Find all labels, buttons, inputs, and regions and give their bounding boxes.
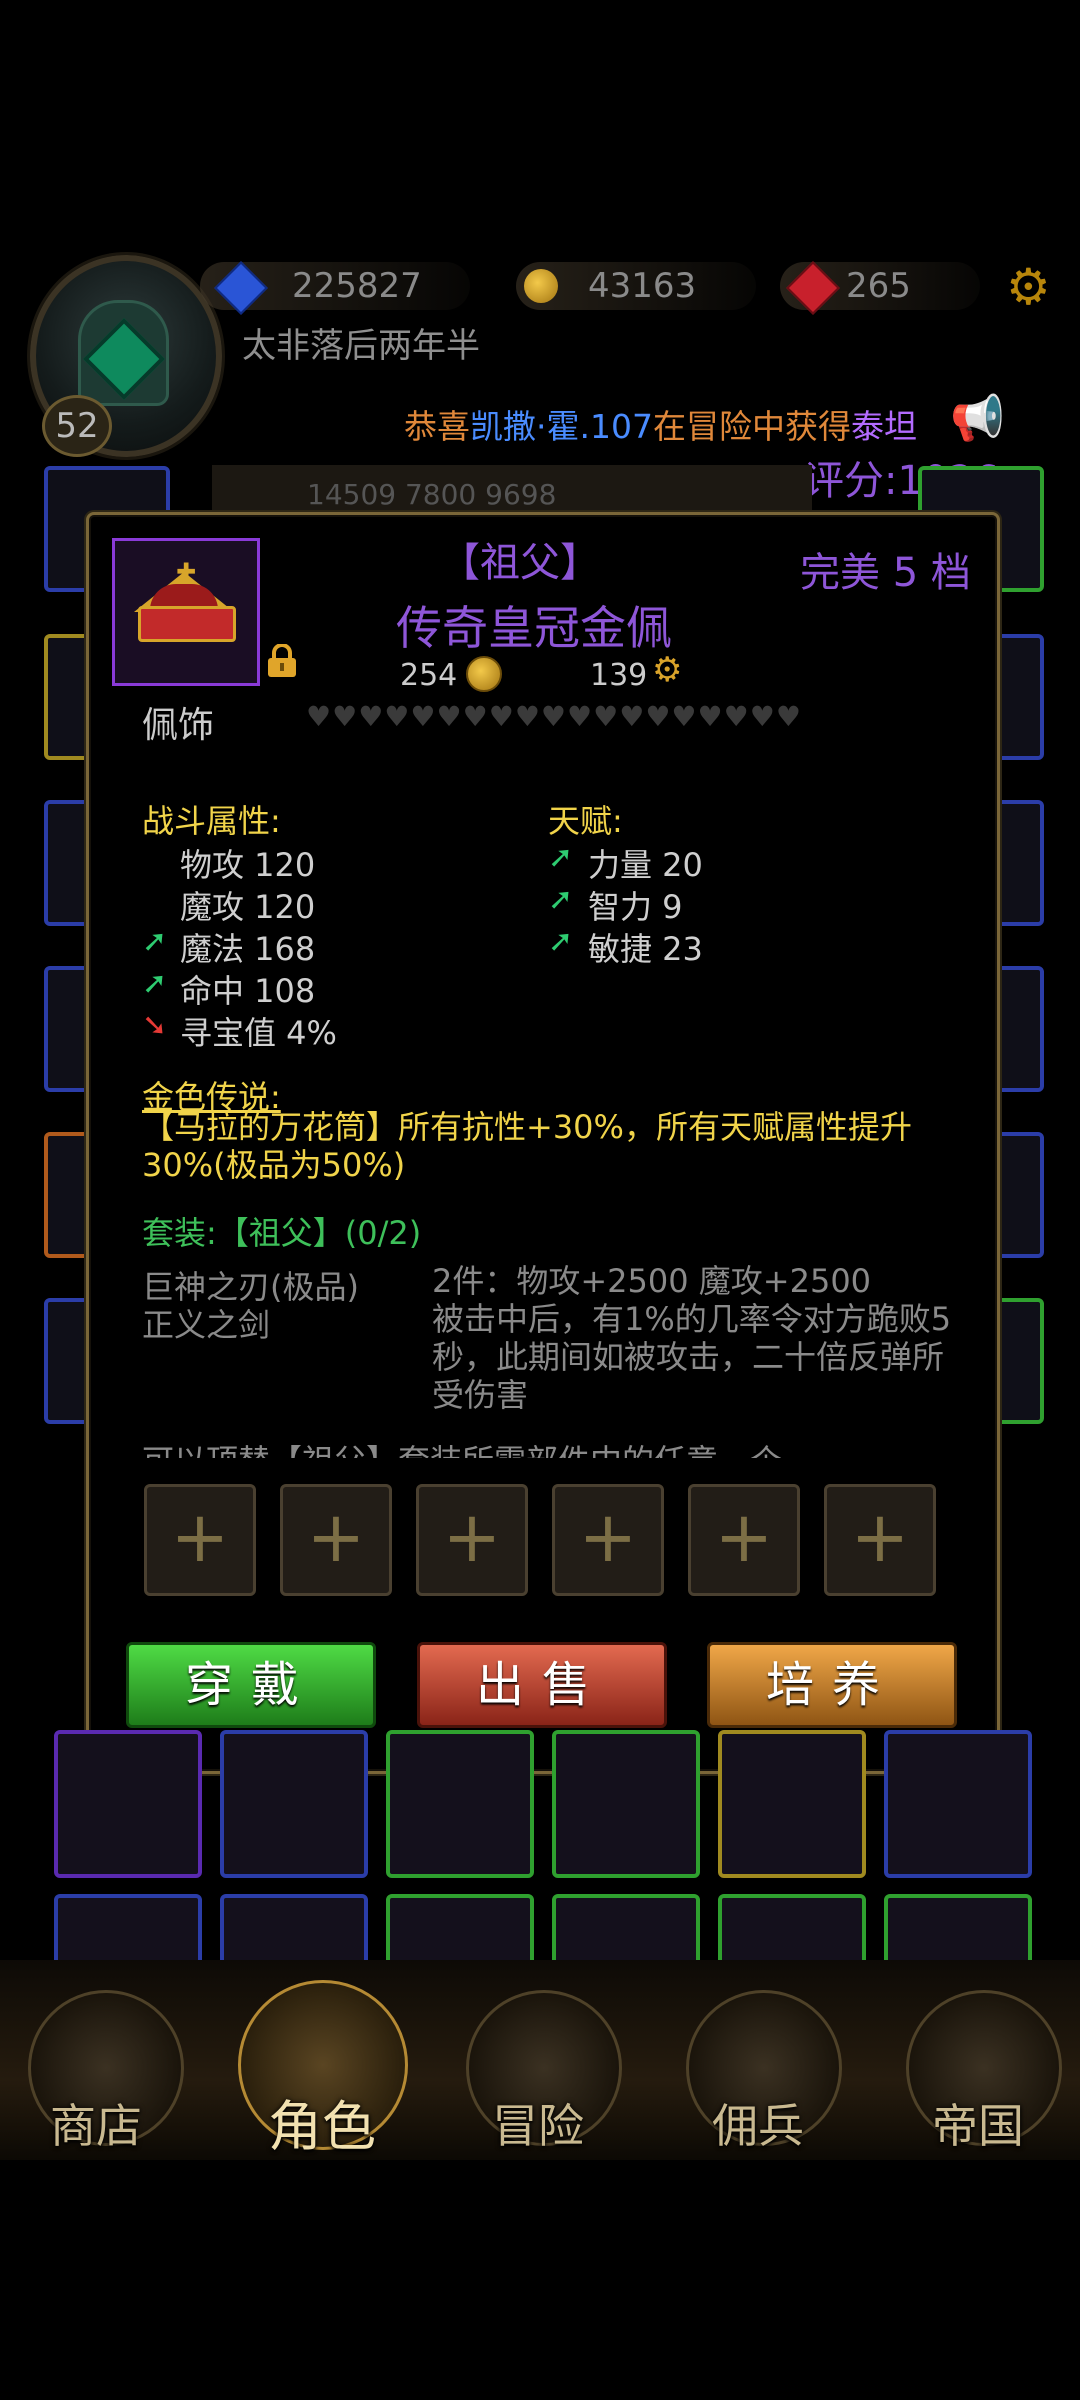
arrow-down-icon: ➘ (142, 1008, 168, 1043)
player-name: 太非落后两年半 (242, 326, 480, 366)
inventory-item[interactable] (220, 1730, 368, 1878)
broadcast-message: 恭喜凯撒·霍.107在冒险中获得泰坦 (404, 407, 917, 446)
price-value: 254 (400, 658, 458, 693)
gems-value: 225827 (292, 266, 422, 306)
nav-label-empire: 帝国 (932, 2099, 1024, 2153)
arrow-up-icon: ➚ (142, 924, 168, 959)
rubies-value: 265 (846, 266, 911, 306)
set-part: 正义之剑 (142, 1306, 271, 1344)
stat-hit: 命中 108 (180, 972, 316, 1010)
socket-add-button[interactable]: + (824, 1484, 936, 1596)
item-name: 传奇皇冠金佩 (396, 601, 672, 655)
gear-value: 139 (590, 658, 648, 693)
wear-button[interactable]: 穿戴 (126, 1642, 376, 1728)
set-info: 套装:【祖父】(0/2) (142, 1214, 422, 1252)
socket-add-button[interactable]: + (280, 1484, 392, 1596)
crown-band (138, 606, 236, 642)
stat-intelligence: 智力 9 (588, 888, 683, 926)
arrow-up-icon: ➚ (548, 924, 574, 959)
grade-label: 完美 5 档 (800, 550, 971, 596)
set-title: 【祖父】 (440, 540, 600, 586)
gear-icon: ⚙ (652, 650, 683, 690)
gems-counter[interactable]: 225827 (200, 261, 470, 315)
stat-strength: 力量 20 (588, 846, 703, 884)
set-hint: 可以顶替【祖父】套装所需部件中的任意一个 (142, 1436, 782, 1458)
socket-add-button[interactable]: + (144, 1484, 256, 1596)
lock-icon[interactable] (264, 644, 300, 678)
item-slot-type: 佩饰 (142, 705, 215, 746)
inventory-item[interactable] (552, 1730, 700, 1878)
gold-coin-icon (524, 269, 558, 303)
megaphone-icon[interactable]: 📢 (950, 392, 1005, 444)
heart-rating: ♥♥♥♥♥♥♥♥♥♥♥♥♥♥♥♥♥♥♥ (306, 700, 802, 733)
combat-heading: 战斗属性: (142, 802, 281, 840)
legend-description: 【马拉的万花筒】所有抗性+30%，所有天赋属性提升30%(极品为50%) (142, 1108, 912, 1184)
socket-add-button[interactable]: + (688, 1484, 800, 1596)
arrow-up-icon: ➚ (548, 840, 574, 875)
socket-add-button[interactable]: + (416, 1484, 528, 1596)
nav-label-shop: 商店 (50, 2099, 142, 2153)
inventory-item[interactable] (884, 1730, 1032, 1878)
sell-button[interactable]: 出售 (417, 1642, 667, 1728)
inventory-item[interactable] (54, 1730, 202, 1878)
gear-icon[interactable]: ⚙ (1006, 262, 1051, 312)
stat-treasure: 寻宝值 4% (180, 1014, 337, 1052)
socket-add-button[interactable]: + (552, 1484, 664, 1596)
train-button[interactable]: 培养 (707, 1642, 957, 1728)
inventory-item[interactable] (386, 1730, 534, 1878)
nav-label-character: 角色 (268, 2095, 376, 2158)
stat-mana: 魔法 168 (180, 930, 316, 968)
blue-gem-icon (214, 261, 268, 315)
nav-label-adventure: 冒险 (492, 2099, 584, 2153)
set-bonus: 2件：物攻+2500 魔攻+2500 被击中后，有1%的几率令对方跪败5秒，此期… (432, 1262, 952, 1414)
rubies-counter[interactable]: 265 (780, 261, 980, 315)
arrow-up-icon: ➚ (548, 882, 574, 917)
nav-label-mercenary: 佣兵 (712, 2099, 804, 2153)
arrow-up-icon: ➚ (142, 966, 168, 1001)
crown-cross-icon: ✚ (176, 558, 197, 586)
stat-agility: 敏捷 23 (588, 930, 703, 968)
level-badge: 52 (42, 395, 112, 457)
gold-value: 43163 (588, 266, 697, 306)
coin-icon (466, 656, 502, 692)
talent-heading: 天赋: (548, 802, 623, 840)
red-gem-icon (786, 261, 840, 315)
gold-counter[interactable]: 43163 (516, 262, 756, 310)
inventory-item[interactable] (718, 1730, 866, 1878)
stat-magic-attack: 魔攻 120 (180, 888, 316, 926)
stat-phys-attack: 物攻 120 (180, 846, 316, 884)
